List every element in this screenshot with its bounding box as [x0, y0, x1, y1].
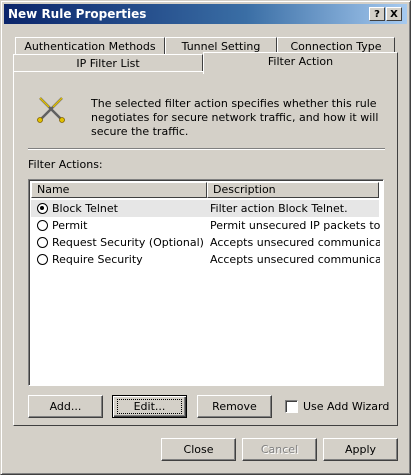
edit-button[interactable]: Edit... — [112, 395, 187, 418]
filter-action-name: Permit — [52, 219, 88, 232]
filter-action-panel: The selected filter action specifies whe… — [13, 71, 398, 426]
radio-icon[interactable] — [37, 237, 48, 248]
filter-action-description-cell: Permit unsecured IP packets to ... — [210, 219, 380, 232]
column-header-name[interactable]: Name — [31, 182, 207, 198]
radio-selected-icon[interactable] — [37, 203, 48, 214]
filter-action-icon — [37, 97, 65, 123]
list-item[interactable]: Permit Permit unsecured IP packets to ..… — [31, 217, 380, 234]
close-window-button[interactable]: X — [386, 7, 402, 21]
filter-action-description-cell: Filter action Block Telnet. — [210, 202, 348, 215]
column-header-description[interactable]: Description — [207, 182, 379, 198]
use-add-wizard-label: Use Add Wizard — [303, 400, 390, 413]
help-button[interactable]: ? — [369, 7, 385, 21]
remove-button[interactable]: Remove — [197, 395, 272, 418]
filter-actions-list[interactable]: Name Description Block Telnet Filter act… — [28, 179, 384, 386]
title-bar: New Rule Properties ? X — [4, 4, 407, 24]
filter-action-name: Block Telnet — [52, 202, 118, 215]
cancel-button[interactable]: Cancel — [242, 438, 317, 461]
filter-action-description: The selected filter action specifies whe… — [91, 97, 379, 138]
radio-icon[interactable] — [37, 220, 48, 231]
list-item[interactable]: Require Security Accepts unsecured commu… — [31, 251, 380, 268]
tab-filter-action[interactable]: Filter Action — [203, 52, 398, 74]
filter-action-name: Require Security — [52, 253, 143, 266]
separator — [28, 148, 385, 150]
filter-action-name: Request Security (Optional) — [52, 236, 204, 249]
filter-action-description-cell: Accepts unsecured communicat... — [210, 253, 380, 266]
focus-ring — [117, 399, 182, 414]
apply-button[interactable]: Apply — [323, 438, 398, 461]
filter-action-description-cell: Accepts unsecured communicat... — [210, 236, 380, 249]
list-item[interactable]: Request Security (Optional) Accepts unse… — [31, 234, 380, 251]
list-item[interactable]: Block Telnet Filter action Block Telnet. — [31, 200, 379, 217]
add-button[interactable]: Add... — [28, 395, 103, 418]
window-title: New Rule Properties — [8, 7, 147, 21]
radio-icon[interactable] — [37, 254, 48, 265]
use-add-wizard-checkbox[interactable] — [285, 400, 298, 413]
filter-actions-label: Filter Actions: — [28, 158, 103, 171]
close-button[interactable]: Close — [161, 438, 236, 461]
rule-properties-dialog: New Rule Properties ? X Authentication M… — [0, 0, 411, 475]
